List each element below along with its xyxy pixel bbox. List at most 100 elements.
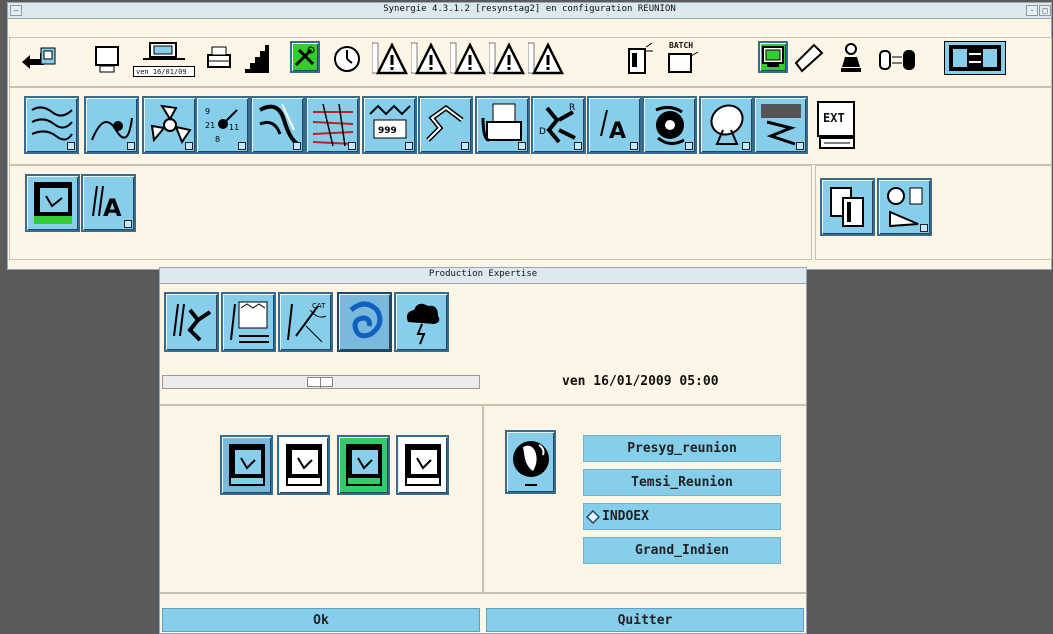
- workstation-2-button[interactable]: [277, 435, 330, 495]
- print-button[interactable]: [204, 41, 234, 77]
- clock-button[interactable]: [332, 41, 362, 77]
- dialog-date-label: ven 16/01/2009 05:00: [562, 374, 719, 389]
- svg-text:21: 21: [205, 121, 215, 130]
- batch-doc-icon: [628, 42, 653, 74]
- svg-text:R: R: [569, 103, 575, 113]
- storm-cloud-icon: [406, 303, 439, 345]
- batch-label: BATCH: [669, 41, 694, 50]
- globe-button[interactable]: [505, 430, 556, 494]
- clock-icon: [334, 46, 360, 72]
- expand-icon: [238, 142, 246, 150]
- globe-icon: [512, 441, 549, 486]
- expand-icon: [348, 142, 356, 150]
- expand-icon: [461, 142, 469, 150]
- warning-obs-button[interactable]: [371, 41, 409, 77]
- zone-item-label: Grand_Indien: [635, 543, 729, 558]
- zone-item-temsi-reunion[interactable]: Temsi_Reunion: [583, 469, 781, 496]
- eraser-button[interactable]: [794, 41, 826, 77]
- tool-isobar[interactable]: [24, 96, 79, 154]
- screen-icon: [95, 46, 119, 73]
- svg-text:A: A: [609, 119, 626, 144]
- ok-button[interactable]: Ok: [162, 608, 480, 632]
- expand-icon: [574, 142, 582, 150]
- tool-cyclone[interactable]: [642, 96, 697, 154]
- maximize-button[interactable]: □: [1039, 5, 1051, 16]
- planning-button[interactable]: [877, 178, 932, 236]
- tool-fax[interactable]: [475, 96, 530, 154]
- tool-curve[interactable]: [84, 96, 139, 154]
- zone-item-indoex[interactable]: INDOEX: [583, 503, 781, 530]
- time-slider[interactable]: [162, 375, 480, 389]
- annotation-button[interactable]: A: [81, 174, 136, 232]
- dialog-chart-edit-button[interactable]: CAT: [278, 292, 333, 352]
- expand-icon: [124, 220, 132, 228]
- tool-profile[interactable]: [250, 96, 305, 154]
- chart-edit-icon: CAT: [286, 302, 326, 343]
- person-button[interactable]: [836, 41, 866, 77]
- workstation-button[interactable]: [25, 174, 80, 232]
- ok-label: Ok: [313, 612, 329, 628]
- dialog-storm-button[interactable]: [394, 292, 449, 352]
- swap-button[interactable]: [876, 41, 920, 77]
- expand-icon: [405, 142, 413, 150]
- warning-mes-button[interactable]: [449, 41, 487, 77]
- documents-button[interactable]: [820, 178, 875, 236]
- zone-item-presyg-reunion[interactable]: Presyg_reunion: [583, 435, 781, 462]
- tool-satellite[interactable]: [699, 96, 754, 154]
- expand-icon: [920, 224, 928, 232]
- warning-cum-button[interactable]: [410, 41, 448, 77]
- tools-button[interactable]: [290, 41, 320, 73]
- tool-station[interactable]: 9 21 11 8: [195, 96, 250, 154]
- workstation-4-button[interactable]: [396, 435, 449, 495]
- workstation-3-button[interactable]: [337, 435, 390, 495]
- dialog-map-edit-button[interactable]: [221, 292, 276, 352]
- workstation-icon: [345, 444, 382, 486]
- exit-monitor-icon: [817, 101, 855, 149]
- profile-button[interactable]: [242, 41, 272, 77]
- tool-radar[interactable]: [753, 96, 808, 154]
- tool-observations[interactable]: 999: [362, 96, 417, 154]
- screen-button[interactable]: [94, 41, 122, 77]
- workstation-1-button[interactable]: [220, 435, 273, 495]
- expand-icon: [796, 142, 804, 150]
- back-button[interactable]: [18, 41, 56, 77]
- window-menu-button[interactable]: –: [10, 5, 22, 16]
- diamond-selected-icon: [586, 509, 600, 524]
- time-slider-thumb[interactable]: [307, 377, 333, 388]
- svg-text:999: 999: [378, 126, 397, 136]
- workstation-icon: [285, 444, 322, 486]
- workstation-icon: [228, 444, 265, 486]
- dialog-fronts-button[interactable]: [164, 292, 219, 352]
- tool-fronts[interactable]: DR: [531, 96, 586, 154]
- dialog-bottom-divider: [160, 592, 806, 594]
- batch-button[interactable]: BATCH: [665, 41, 701, 77]
- quit-button[interactable]: Quitter: [486, 608, 804, 632]
- warning-alex-button[interactable]: [527, 41, 565, 77]
- main-window-titlebar: Synergie 4.3.1.2 [resynstag2] en configu…: [8, 3, 1051, 19]
- expand-icon: [742, 142, 750, 150]
- monitor-button[interactable]: [758, 41, 788, 73]
- tool-wind[interactable]: [142, 96, 197, 154]
- dialog-vertical-divider: [482, 406, 484, 592]
- map-edit-icon: [229, 301, 269, 343]
- calendar-date-button[interactable]: ven 16/01/09: [129, 41, 199, 77]
- expand-icon: [518, 142, 526, 150]
- zone-item-grand-indien[interactable]: Grand_Indien: [583, 537, 781, 564]
- toolbar-date-label: ven 16/01/09: [133, 66, 195, 77]
- quit-label: Quitter: [617, 612, 673, 628]
- tool-lines[interactable]: [305, 96, 360, 154]
- warning-obs-icon: [371, 42, 409, 75]
- minimize-button[interactable]: ·: [1026, 5, 1038, 16]
- tool-annotation[interactable]: A: [587, 96, 642, 154]
- display-swap-icon: [949, 45, 1001, 71]
- dialog-cyclone-button[interactable]: [337, 292, 392, 352]
- workstation-icon: [33, 182, 72, 224]
- exit-button[interactable]: EXT: [812, 98, 862, 154]
- zone-item-label: Temsi_Reunion: [631, 475, 733, 490]
- fronts-pen-icon: [172, 303, 211, 342]
- batch-doc-button[interactable]: [626, 41, 656, 77]
- warning-img-button[interactable]: [488, 41, 526, 77]
- tool-trajectory[interactable]: [418, 96, 473, 154]
- display-swap-button[interactable]: [944, 41, 1006, 75]
- svg-text:8: 8: [215, 135, 220, 144]
